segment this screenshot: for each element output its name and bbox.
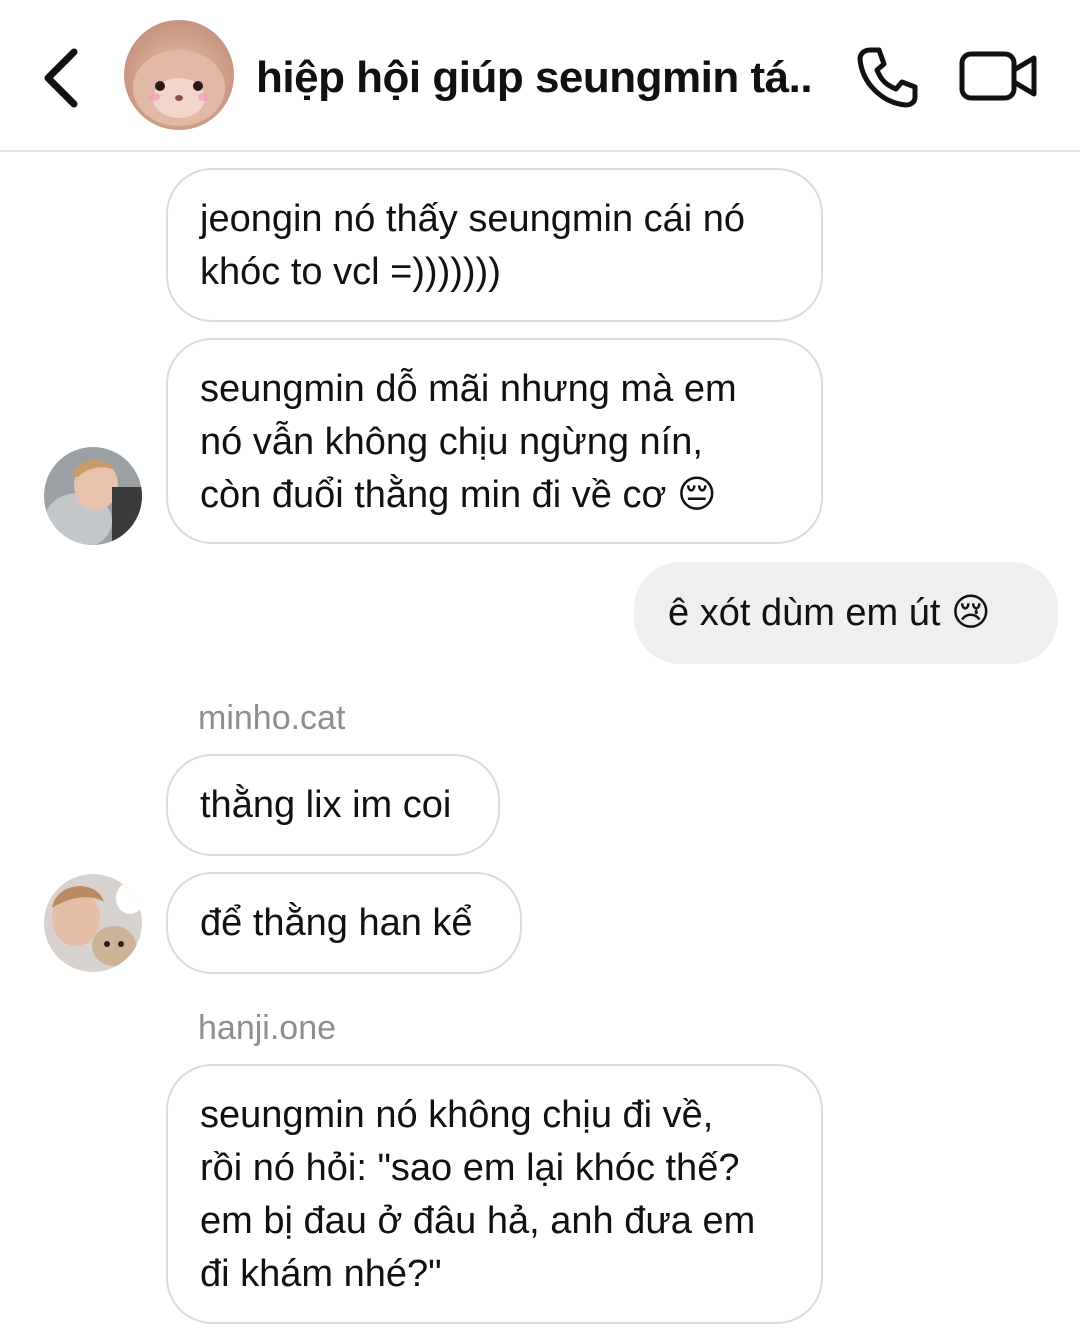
sender-avatar[interactable] bbox=[44, 874, 142, 972]
sender-name: minho.cat bbox=[198, 699, 346, 737]
chevron-left-icon bbox=[44, 48, 78, 108]
message-text: nó vẫn không chịu ngừng nín, bbox=[200, 421, 703, 463]
message-text: seungmin nó không chịu đi về, bbox=[200, 1094, 714, 1136]
message-bubble[interactable]: jeongin nó thấy seungmin cái nó khóc to … bbox=[166, 168, 823, 322]
chat-header: hiệp hội giúp seungmin tá.. bbox=[0, 0, 1080, 152]
back-button[interactable] bbox=[30, 40, 94, 112]
message-text: khóc to vcl =))))))) bbox=[200, 251, 501, 293]
message-text: seungmin dỗ mãi nhưng mà em bbox=[200, 368, 737, 410]
group-avatar[interactable] bbox=[124, 20, 234, 130]
message-text: đi khám nhé?" bbox=[200, 1253, 442, 1295]
message-text: jeongin nó thấy seungmin cái nó bbox=[200, 198, 746, 240]
call-button[interactable] bbox=[852, 42, 922, 112]
message-text: em bị đau ở đâu hả, anh đưa em bbox=[200, 1200, 756, 1242]
sent-message-bubble[interactable]: ê xót dùm em út 😢 bbox=[634, 562, 1058, 664]
hamster-photo bbox=[133, 50, 225, 126]
chat-title[interactable]: hiệp hội giúp seungmin tá.. bbox=[256, 50, 821, 106]
message-text: còn đuổi thằng min đi về cơ 😔 bbox=[200, 474, 717, 516]
message-text: để thằng han kể bbox=[200, 902, 473, 944]
message-bubble[interactable]: seungmin dỗ mãi nhưng mà em nó vẫn không… bbox=[166, 338, 823, 544]
video-call-button[interactable] bbox=[958, 46, 1040, 106]
message-text: thằng lix im coi bbox=[200, 784, 452, 826]
message-text: ê xót dùm em út 😢 bbox=[668, 592, 991, 634]
message-bubble[interactable]: seungmin nó không chịu đi về, rồi nó hỏi… bbox=[166, 1064, 823, 1324]
message-bubble[interactable]: thằng lix im coi bbox=[166, 754, 500, 856]
sender-avatar[interactable] bbox=[44, 447, 142, 545]
message-text: rồi nó hỏi: "sao em lại khóc thế? bbox=[200, 1147, 740, 1189]
sender-name: hanji.one bbox=[198, 1009, 337, 1047]
phone-icon bbox=[857, 47, 918, 108]
video-camera-icon bbox=[959, 51, 1037, 101]
avatar-photo bbox=[44, 874, 142, 972]
message-bubble[interactable]: để thằng han kể bbox=[166, 872, 522, 974]
avatar-photo bbox=[44, 447, 142, 545]
